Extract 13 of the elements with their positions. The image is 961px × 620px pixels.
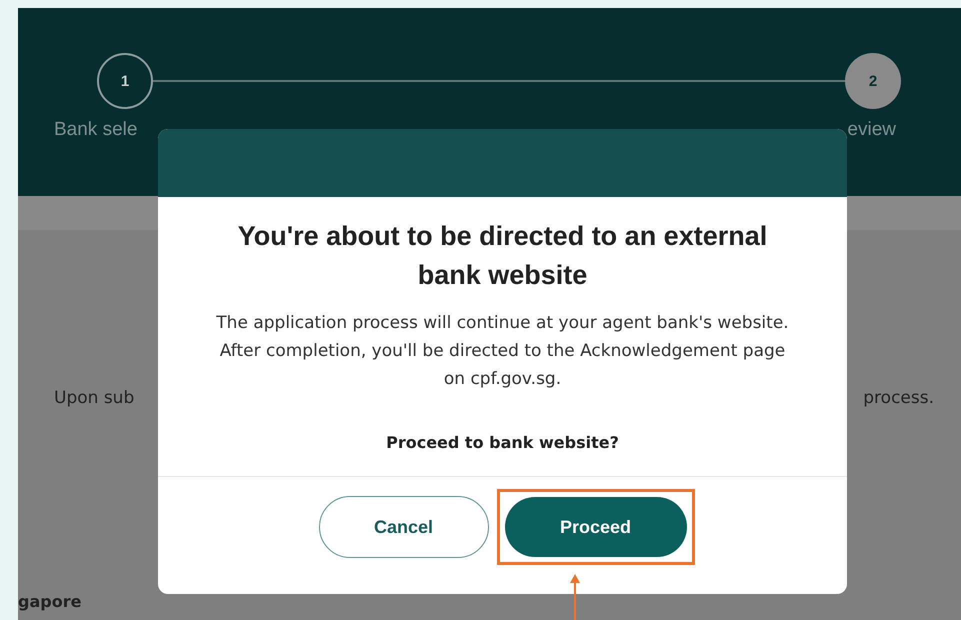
cancel-button[interactable]: Cancel	[318, 496, 488, 558]
dialog-question: Proceed to bank website?	[386, 433, 619, 452]
body-text: process.	[863, 388, 934, 408]
step-label: Bank sele	[54, 119, 138, 141]
body-text: Upon sub	[54, 388, 134, 408]
step-label: eview	[847, 119, 896, 141]
dialog-title: You're about to be directed to an external bank website	[236, 220, 768, 292]
proceed-button[interactable]: Proceed	[504, 497, 686, 557]
step-indicator: 1	[97, 53, 153, 109]
step-indicator: 2	[845, 53, 901, 109]
body-text: gapore	[18, 592, 82, 611]
dialog-message: The application process will continue at your agent bank's website. After completion, you'll be directed to the Acknowledgement page on cpf.gov.sg.	[215, 312, 790, 391]
pointer-arrow	[570, 574, 580, 620]
